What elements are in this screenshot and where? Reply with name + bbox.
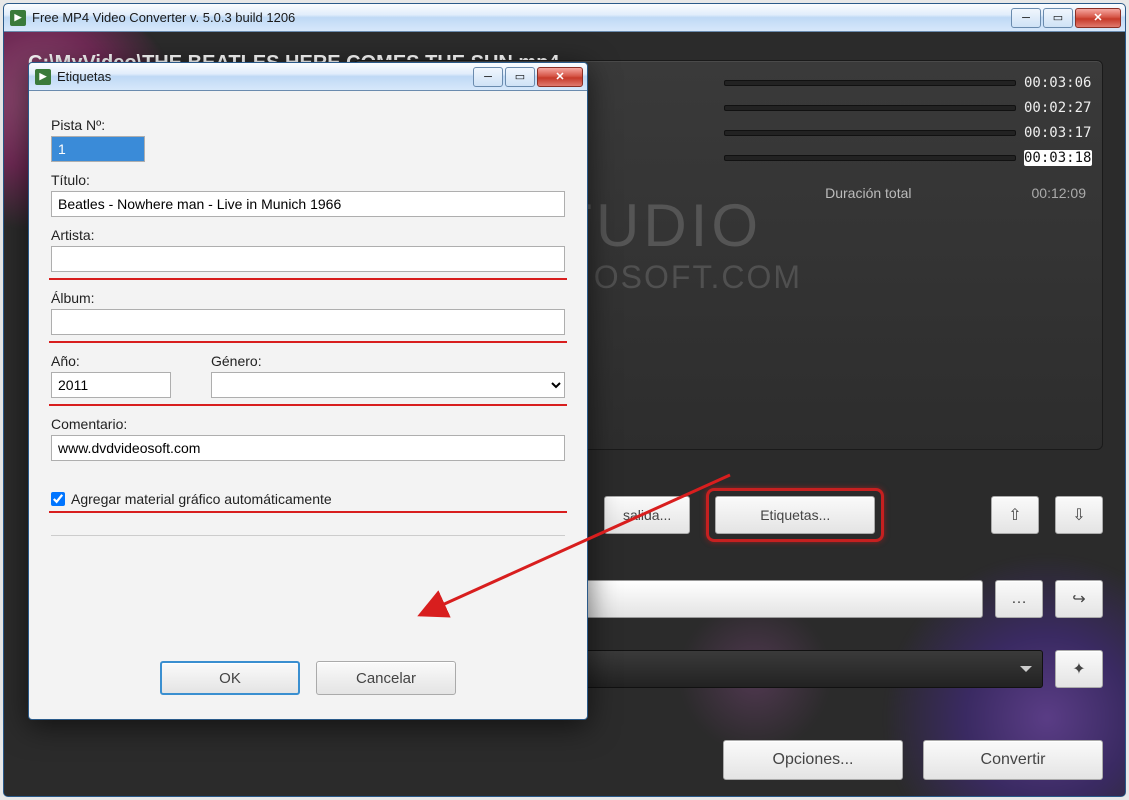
genre-label: Género:	[211, 353, 565, 369]
main-titlebar[interactable]: ▶ Free MP4 Video Converter v. 5.0.3 buil…	[4, 4, 1125, 32]
move-up-button[interactable]: ⇧	[991, 496, 1039, 534]
track-input[interactable]	[51, 136, 145, 162]
artist-input[interactable]	[51, 246, 565, 272]
red-underline	[49, 278, 567, 280]
dialog-titlebar[interactable]: ▶ Etiquetas ─ ▭ ✕	[29, 63, 587, 91]
ok-button[interactable]: OK	[160, 661, 300, 695]
close-button[interactable]: ✕	[1075, 8, 1121, 28]
separator	[51, 535, 565, 536]
comment-input[interactable]	[51, 435, 565, 461]
dialog-close-button[interactable]: ✕	[537, 67, 583, 87]
year-label: Año:	[51, 353, 171, 369]
genre-select[interactable]	[211, 372, 565, 398]
minimize-button[interactable]: ─	[1011, 8, 1041, 28]
watermark-site: OSOFT.COM	[594, 259, 802, 296]
mid-button-row: salida... Etiquetas... ⇧ ⇩	[604, 488, 1103, 542]
wand-button[interactable]: ✦	[1055, 650, 1103, 688]
dialog-minimize-button[interactable]: ─	[473, 67, 503, 87]
cancel-button[interactable]: Cancelar	[316, 661, 456, 695]
bottom-row: Opciones... Convertir	[723, 740, 1103, 780]
browse-button[interactable]: …	[995, 580, 1043, 618]
auto-artwork-label: Agregar material gráfico automáticamente	[71, 491, 332, 507]
dialog-maximize-button[interactable]: ▭	[505, 67, 535, 87]
track-label: Pista Nº:	[51, 117, 565, 133]
total-duration-value: 00:12:09	[1032, 185, 1087, 201]
options-button[interactable]: Opciones...	[723, 740, 903, 780]
title-label: Título:	[51, 172, 565, 188]
dialog-button-row: OK Cancelar	[29, 639, 587, 719]
app-icon: ▶	[10, 10, 26, 26]
output-button[interactable]: salida...	[604, 496, 690, 534]
title-input[interactable]	[51, 191, 565, 217]
album-input[interactable]	[51, 309, 565, 335]
dialog-body: Pista Nº: Título: Artista: Álbum: Año: G…	[29, 91, 587, 639]
total-duration-label: Duración total	[825, 185, 911, 201]
etiquetas-button[interactable]: Etiquetas...	[715, 496, 875, 534]
open-folder-button[interactable]: ↪	[1055, 580, 1103, 618]
dialog-icon: ▶	[35, 69, 51, 85]
move-down-button[interactable]: ⇩	[1055, 496, 1103, 534]
maximize-button[interactable]: ▭	[1043, 8, 1073, 28]
red-underline	[49, 404, 567, 406]
convert-button[interactable]: Convertir	[923, 740, 1103, 780]
etiquetas-highlight: Etiquetas...	[706, 488, 884, 542]
artist-label: Artista:	[51, 227, 565, 243]
tags-dialog: ▶ Etiquetas ─ ▭ ✕ Pista Nº: Título: Arti…	[28, 62, 588, 720]
app-title: Free MP4 Video Converter v. 5.0.3 build …	[32, 10, 295, 25]
comment-label: Comentario:	[51, 416, 565, 432]
red-underline	[49, 511, 567, 513]
dialog-title: Etiquetas	[57, 69, 111, 84]
auto-artwork-checkbox[interactable]	[51, 492, 65, 506]
album-label: Álbum:	[51, 290, 565, 306]
year-input[interactable]	[51, 372, 171, 398]
